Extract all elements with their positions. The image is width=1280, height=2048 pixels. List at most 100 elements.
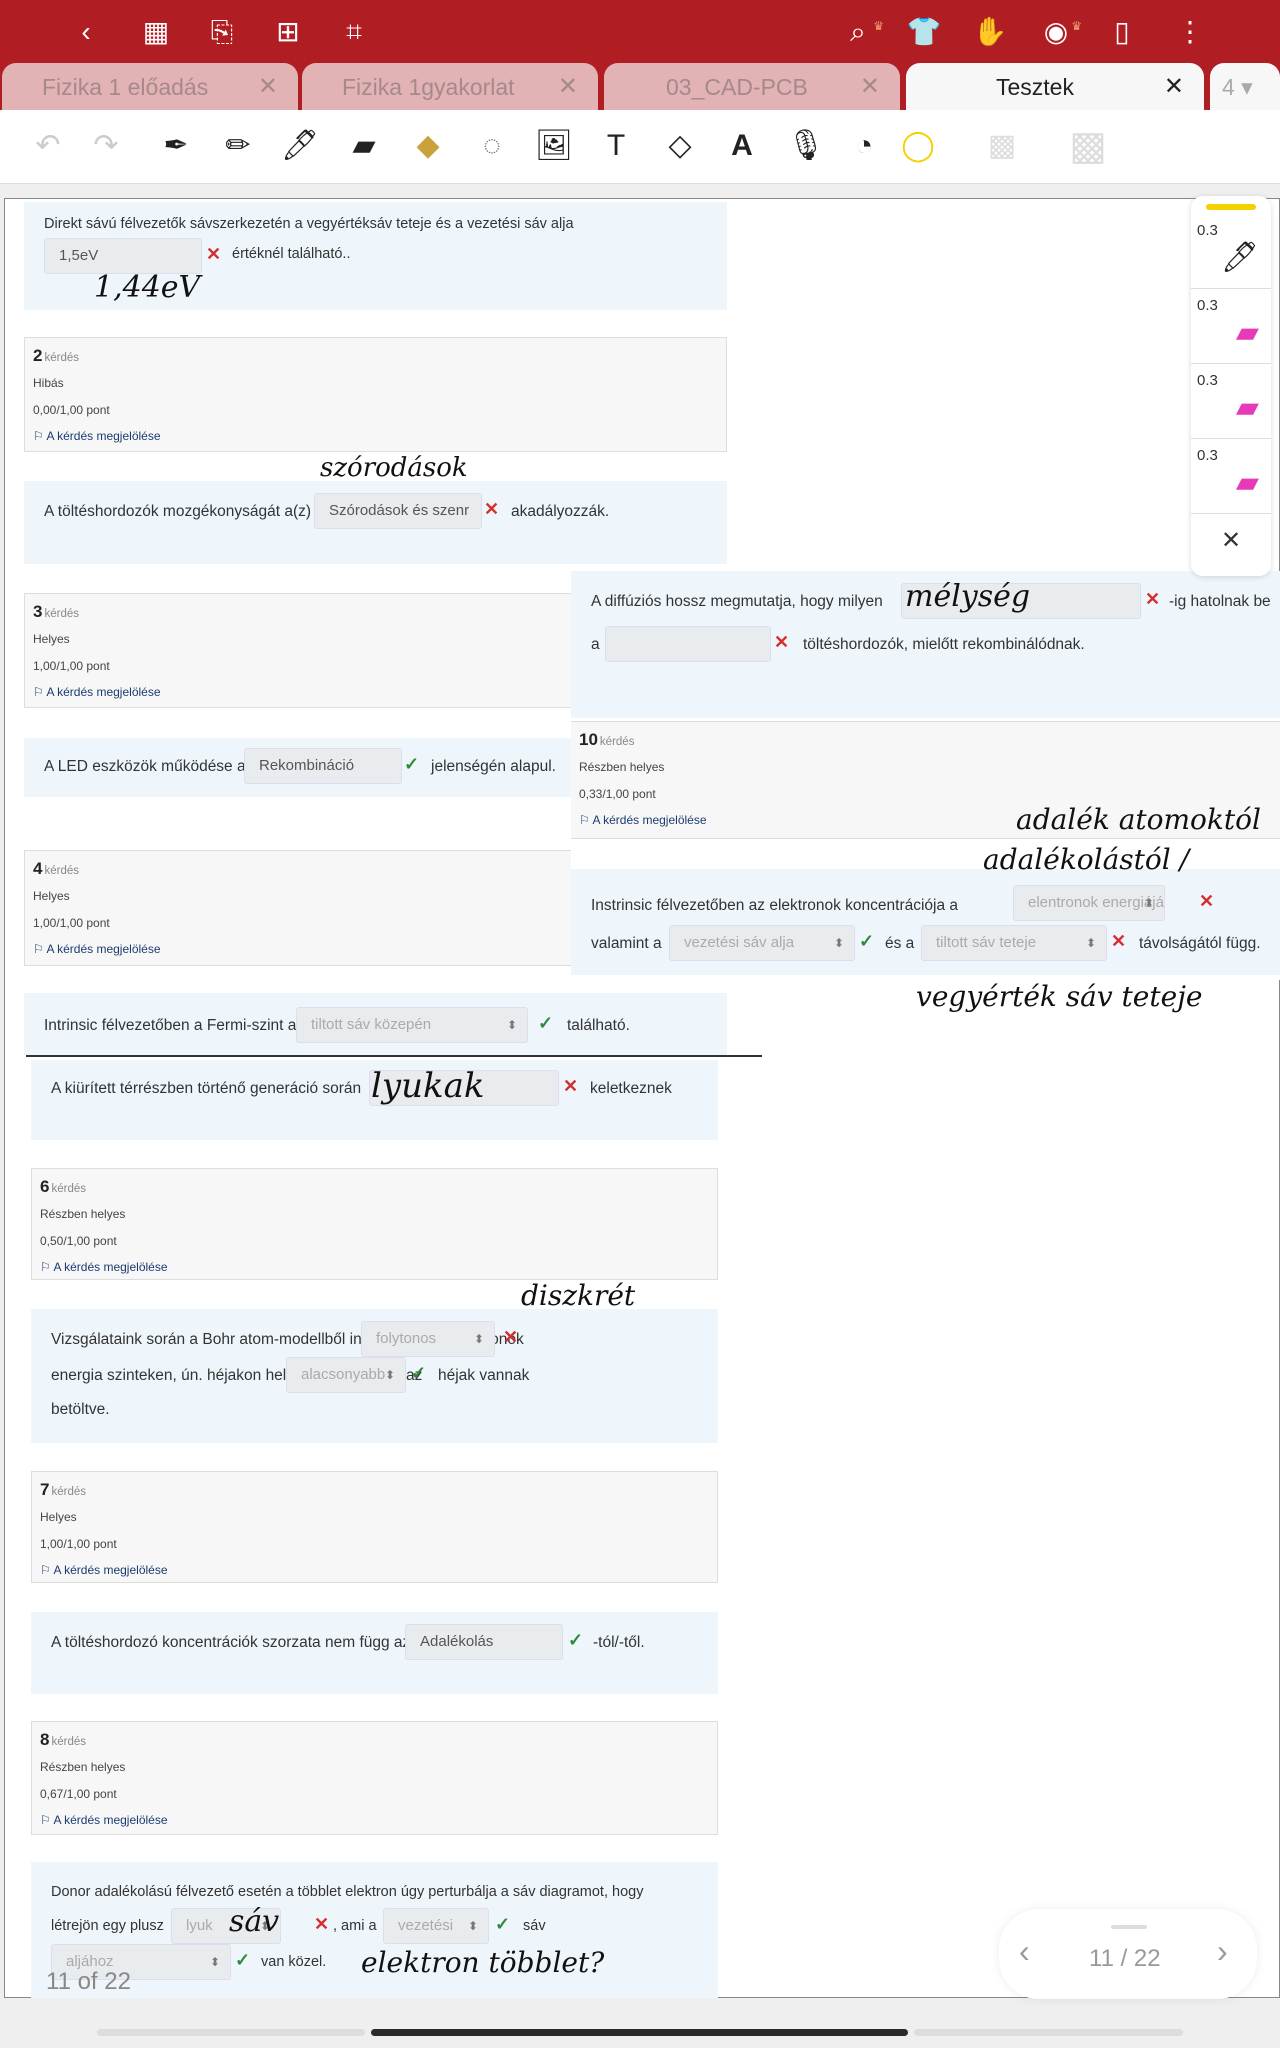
- answer-field[interactable]: Rekombináció: [244, 748, 402, 784]
- ocr-text-icon[interactable]: A: [720, 124, 764, 168]
- question-text: betöltve.: [51, 1401, 110, 1418]
- eraser-icon[interactable]: ◆: [406, 124, 450, 168]
- handwritten-note: lyukak: [371, 1066, 485, 1106]
- answer-select[interactable]: alacsonyabb: [286, 1357, 406, 1393]
- flag-question-link[interactable]: ⚐ A kérdés megjelölése: [40, 1813, 168, 1827]
- reader-icon[interactable]: ▯: [1102, 12, 1142, 52]
- page-scroll-thumb[interactable]: [371, 2029, 908, 2036]
- pen-preset-3[interactable]: 0.3 ▰: [1191, 364, 1271, 439]
- question-status: Helyes: [33, 889, 70, 903]
- background-icon[interactable]: ▩: [1066, 124, 1110, 168]
- pen-preset-1[interactable]: 0.3 🖊: [1191, 214, 1271, 289]
- correct-icon: ✓: [235, 1950, 251, 1970]
- close-panel-icon[interactable]: ✕: [1191, 526, 1271, 555]
- close-tab-icon[interactable]: ✕: [258, 63, 278, 111]
- previous-page-icon[interactable]: ‹: [1019, 1933, 1030, 1970]
- hand-icon[interactable]: ✋: [970, 12, 1010, 52]
- answer-select[interactable]: tiltott sáv teteje: [921, 925, 1107, 961]
- lasso-icon[interactable]: ◌: [470, 124, 514, 168]
- shirt-icon[interactable]: 👕: [904, 12, 944, 52]
- add-page-icon[interactable]: ⊞: [268, 12, 308, 52]
- incorrect-icon: ✕: [1199, 891, 1215, 911]
- answer-select[interactable]: folytonos: [361, 1321, 495, 1357]
- answer-field[interactable]: Szórodások és szenr: [314, 493, 482, 529]
- highlighter-icon: ▰: [1235, 466, 1259, 499]
- question-status: Helyes: [40, 1510, 77, 1524]
- fountain-pen-icon[interactable]: ✒: [154, 124, 198, 168]
- tab-tesztek[interactable]: Tesztek ✕: [906, 63, 1204, 111]
- answer-field[interactable]: Adalékolás: [405, 1624, 563, 1660]
- question-text: létrejön egy plusz: [51, 1918, 164, 1934]
- tab-label: Fizika 1gyakorlat: [342, 74, 515, 100]
- answer-select[interactable]: vezetési: [383, 1908, 489, 1944]
- page-scroll-next[interactable]: [914, 2029, 1183, 2036]
- question-text: van közel.: [261, 1954, 327, 1970]
- correct-icon: ✓: [411, 1363, 427, 1383]
- text-box-icon[interactable]: T: [594, 124, 638, 168]
- answer-select[interactable]: tiltott sáv közepén: [296, 1007, 528, 1043]
- premium-crown-icon: ♛: [1071, 19, 1082, 33]
- color-picker-icon[interactable]: ◯: [896, 124, 940, 168]
- pencil-icon[interactable]: ✏: [216, 124, 260, 168]
- tab-fizika-eloadas[interactable]: Fizika 1 előadás ✕: [2, 63, 298, 111]
- ballpoint-pen-icon: 🖊: [1220, 241, 1259, 274]
- question-text: a: [591, 636, 600, 653]
- tab-fizika-gyakorlat[interactable]: Fizika 1gyakorlat ✕: [302, 63, 598, 111]
- question-text: sáv: [523, 1918, 546, 1934]
- answer-field[interactable]: [605, 626, 771, 662]
- question-label: kérdés: [51, 1183, 86, 1195]
- grid-icon[interactable]: ▦: [136, 12, 176, 52]
- back-icon[interactable]: ‹: [66, 12, 106, 52]
- question-status: Részben helyes: [579, 760, 665, 774]
- pen-size: 0.3: [1197, 222, 1218, 239]
- question-5-text-block: A kiürített térrészben történő generáció…: [31, 1060, 718, 1140]
- image-icon[interactable]: 🖼: [532, 124, 576, 168]
- shape-icon[interactable]: ◇: [658, 124, 702, 168]
- handwritten-note: sáv: [229, 1904, 280, 1939]
- microphone-icon[interactable]: 🎙: [784, 124, 828, 168]
- eye-icon[interactable]: ◉ ♛: [1036, 12, 1082, 52]
- question-text: távolságától függ.: [1139, 935, 1261, 952]
- close-tab-icon[interactable]: ✕: [558, 63, 578, 111]
- close-tab-icon[interactable]: ✕: [860, 63, 880, 111]
- question-text: A kiürített térrészben történő generáció…: [51, 1080, 362, 1097]
- correct-icon: ✓: [538, 1013, 554, 1033]
- tab-cad-pcb[interactable]: 03_CAD-PCB ✕: [604, 63, 900, 111]
- redo-icon[interactable]: ↷: [84, 124, 128, 168]
- sticker-icon[interactable]: ◔: [842, 124, 886, 168]
- flag-question-link[interactable]: ⚐ A kérdés megjelölése: [40, 1260, 168, 1274]
- top-app-bar: ‹ ▦ ⎘ ⊞ ⌗ ⌕ ♛ 👕 ✋ ◉ ♛ ▯ ⋮: [0, 0, 1280, 66]
- question-2-text-block: A töltéshordozók mozgékonyságát a(z) Szó…: [24, 453, 727, 564]
- incorrect-icon: ✕: [563, 1076, 579, 1096]
- flag-question-link[interactable]: ⚐ A kérdés megjelölése: [579, 813, 707, 827]
- ballpoint-pen-icon[interactable]: 🖊: [278, 124, 322, 168]
- question-4-text-block: Intrinsic félvezetőben a Fermi-szint a t…: [24, 993, 727, 1055]
- more-icon[interactable]: ⋮: [1170, 12, 1210, 52]
- pasted-clip[interactable]: A diffúziós hossz megmutatja, hogy milye…: [571, 571, 1280, 980]
- answer-select[interactable]: elentronok energiájától: [1013, 885, 1165, 921]
- answer-select[interactable]: vezetési sáv alja: [669, 925, 855, 961]
- close-tab-icon[interactable]: ✕: [1164, 63, 1184, 111]
- next-page-icon[interactable]: ›: [1217, 1933, 1228, 1970]
- pen-preset-2[interactable]: 0.3 ▰: [1191, 289, 1271, 364]
- tab-count-dropdown[interactable]: 4 ▾: [1210, 63, 1280, 111]
- search-icon[interactable]: ⌕ ♛: [838, 12, 884, 52]
- highlighter-icon[interactable]: ▰: [342, 124, 386, 168]
- incorrect-icon: ✕: [206, 244, 222, 264]
- undo-icon[interactable]: ↶: [26, 124, 70, 168]
- bookmark-icon[interactable]: ⎘: [202, 12, 242, 52]
- flag-question-link[interactable]: ⚐ A kérdés megjelölése: [40, 1563, 168, 1577]
- answer-field[interactable]: 1,5eV: [44, 238, 202, 274]
- premium-crown-icon: ♛: [873, 19, 884, 33]
- flag-question-link[interactable]: ⚐ A kérdés megjelölése: [33, 429, 161, 443]
- flag-question-link[interactable]: ⚐ A kérdés megjelölése: [33, 942, 161, 956]
- correct-icon: ✓: [404, 754, 420, 774]
- transparency-icon[interactable]: ▩: [980, 124, 1024, 168]
- pen-preset-4[interactable]: 0.3 ▰: [1191, 439, 1271, 514]
- crop-icon[interactable]: ⌗: [334, 12, 374, 52]
- flag-label: A kérdés megjelölése: [53, 1813, 168, 1827]
- flag-question-link[interactable]: ⚐ A kérdés megjelölése: [33, 685, 161, 699]
- page-scroll-prev[interactable]: [97, 2029, 365, 2036]
- drag-handle[interactable]: [1111, 1925, 1147, 1929]
- question-number: 2: [33, 346, 43, 365]
